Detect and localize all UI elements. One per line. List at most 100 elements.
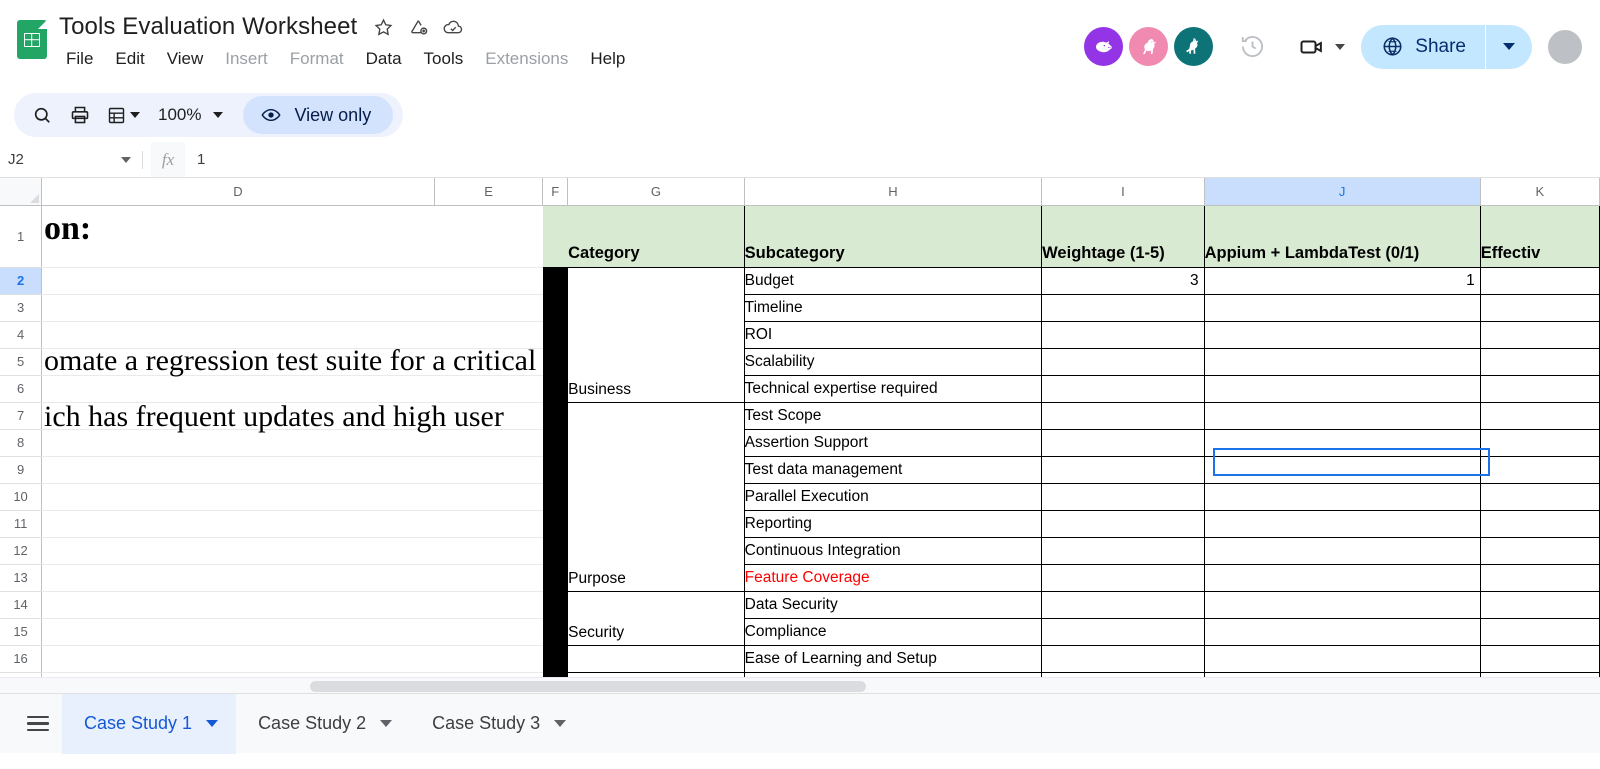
cell-E4[interactable] bbox=[434, 321, 543, 348]
horizontal-scrollbar-thumb[interactable] bbox=[310, 681, 866, 692]
cell-D12[interactable] bbox=[42, 537, 435, 564]
cell-J9[interactable] bbox=[1204, 456, 1480, 483]
cell-D9[interactable] bbox=[42, 456, 435, 483]
cell-K8[interactable] bbox=[1480, 429, 1599, 456]
row-header-15[interactable]: 15 bbox=[0, 618, 42, 645]
cell-H9[interactable]: Test data management bbox=[744, 456, 1041, 483]
cell-E6[interactable] bbox=[434, 375, 543, 402]
cell-F2[interactable] bbox=[543, 267, 568, 294]
horizontal-scrollbar[interactable] bbox=[0, 677, 1600, 693]
cell-D4[interactable] bbox=[42, 321, 435, 348]
cell-D3[interactable] bbox=[42, 294, 435, 321]
row-header-8[interactable]: 8 bbox=[0, 429, 42, 456]
cell-H4[interactable]: ROI bbox=[744, 321, 1041, 348]
cell-J10[interactable] bbox=[1204, 483, 1480, 510]
row-header-10[interactable]: 10 bbox=[0, 483, 42, 510]
menu-help[interactable]: Help bbox=[579, 46, 636, 72]
cell-J3[interactable] bbox=[1204, 294, 1480, 321]
col-header-I[interactable]: I bbox=[1042, 178, 1204, 205]
cell-H11[interactable]: Reporting bbox=[744, 510, 1041, 537]
cell-D1[interactable] bbox=[42, 205, 435, 267]
cell-H12[interactable]: Continuous Integration bbox=[744, 537, 1041, 564]
cell-K3[interactable] bbox=[1480, 294, 1599, 321]
sheet-tab-case-study-3[interactable]: Case Study 3 bbox=[410, 694, 584, 754]
row-header-4[interactable]: 4 bbox=[0, 321, 42, 348]
cell-F13[interactable] bbox=[543, 564, 568, 591]
cell-E15[interactable] bbox=[434, 618, 543, 645]
col-header-J[interactable]: J bbox=[1204, 178, 1480, 205]
cell-K10[interactable] bbox=[1480, 483, 1599, 510]
cell-H2[interactable]: Budget bbox=[744, 267, 1041, 294]
cell-H3[interactable]: Timeline bbox=[744, 294, 1041, 321]
cell-D8[interactable] bbox=[42, 429, 435, 456]
cell-H6[interactable]: Technical expertise required bbox=[744, 375, 1041, 402]
cell-J12[interactable] bbox=[1204, 537, 1480, 564]
video-camera-icon[interactable] bbox=[1291, 26, 1333, 68]
all-sheets-menu-icon[interactable] bbox=[14, 700, 62, 748]
cell-J15[interactable] bbox=[1204, 618, 1480, 645]
cell-J14[interactable] bbox=[1204, 591, 1480, 618]
cell-J11[interactable] bbox=[1204, 510, 1480, 537]
cell-K2[interactable] bbox=[1480, 267, 1599, 294]
cell-F6[interactable] bbox=[543, 375, 568, 402]
zoom-level-selector[interactable]: 100% bbox=[148, 97, 227, 133]
menu-data[interactable]: Data bbox=[355, 46, 413, 72]
cell-F15[interactable] bbox=[543, 618, 568, 645]
menu-edit[interactable]: Edit bbox=[104, 46, 155, 72]
cell-H15[interactable]: Compliance bbox=[744, 618, 1041, 645]
row-header-14[interactable]: 14 bbox=[0, 591, 42, 618]
row-header-1[interactable]: 1 bbox=[0, 205, 42, 267]
cell-I16[interactable] bbox=[1042, 645, 1204, 672]
cell-K16[interactable] bbox=[1480, 645, 1599, 672]
cell-F14[interactable] bbox=[543, 591, 568, 618]
cell-K5[interactable] bbox=[1480, 348, 1599, 375]
cell-G1[interactable]: Category bbox=[568, 205, 745, 267]
row-header-16[interactable]: 16 bbox=[0, 645, 42, 672]
cell-J1[interactable]: Appium + LambdaTest (0/1) bbox=[1204, 205, 1480, 267]
menu-file[interactable]: File bbox=[59, 46, 104, 72]
cell-I1[interactable]: Weightage (1-5) bbox=[1042, 205, 1204, 267]
version-history-icon[interactable] bbox=[1231, 26, 1273, 68]
cell-J4[interactable] bbox=[1204, 321, 1480, 348]
chevron-down-icon[interactable] bbox=[380, 720, 392, 727]
cell-H13[interactable]: Feature Coverage bbox=[744, 564, 1041, 591]
fx-icon[interactable]: fx bbox=[151, 142, 185, 177]
row-header-13[interactable]: 13 bbox=[0, 564, 42, 591]
cell-I4[interactable] bbox=[1042, 321, 1204, 348]
cell-I8[interactable] bbox=[1042, 429, 1204, 456]
cell-I15[interactable] bbox=[1042, 618, 1204, 645]
cell-E11[interactable] bbox=[434, 510, 543, 537]
col-header-F[interactable]: F bbox=[543, 178, 568, 205]
cell-K11[interactable] bbox=[1480, 510, 1599, 537]
cell-I10[interactable] bbox=[1042, 483, 1204, 510]
cell-I7[interactable] bbox=[1042, 402, 1204, 429]
cell-I2[interactable]: 3 bbox=[1042, 267, 1204, 294]
cell-I11[interactable] bbox=[1042, 510, 1204, 537]
cell-D5[interactable] bbox=[42, 348, 435, 375]
avatar-kangaroo[interactable] bbox=[1174, 27, 1213, 66]
cell-F10[interactable] bbox=[543, 483, 568, 510]
cell-E7[interactable] bbox=[434, 402, 543, 429]
cell-D15[interactable] bbox=[42, 618, 435, 645]
row-header-5[interactable]: 5 bbox=[0, 348, 42, 375]
cell-G14-merged-security[interactable]: Security bbox=[568, 591, 745, 645]
cell-H5[interactable]: Scalability bbox=[744, 348, 1041, 375]
cell-K6[interactable] bbox=[1480, 375, 1599, 402]
cell-K13[interactable] bbox=[1480, 564, 1599, 591]
formula-input[interactable]: 1 bbox=[185, 142, 1600, 177]
cell-F4[interactable] bbox=[543, 321, 568, 348]
cell-K7[interactable] bbox=[1480, 402, 1599, 429]
cell-E14[interactable] bbox=[434, 591, 543, 618]
search-icon[interactable] bbox=[24, 97, 60, 133]
cell-F5[interactable] bbox=[543, 348, 568, 375]
cell-H1[interactable]: Subcategory bbox=[744, 205, 1041, 267]
chevron-down-icon[interactable] bbox=[1335, 44, 1345, 50]
cell-I14[interactable] bbox=[1042, 591, 1204, 618]
avatar-pig[interactable] bbox=[1084, 27, 1123, 66]
cell-F9[interactable] bbox=[543, 456, 568, 483]
cell-J16[interactable] bbox=[1204, 645, 1480, 672]
cell-K12[interactable] bbox=[1480, 537, 1599, 564]
row-header-6[interactable]: 6 bbox=[0, 375, 42, 402]
cell-D10[interactable] bbox=[42, 483, 435, 510]
cell-K15[interactable] bbox=[1480, 618, 1599, 645]
